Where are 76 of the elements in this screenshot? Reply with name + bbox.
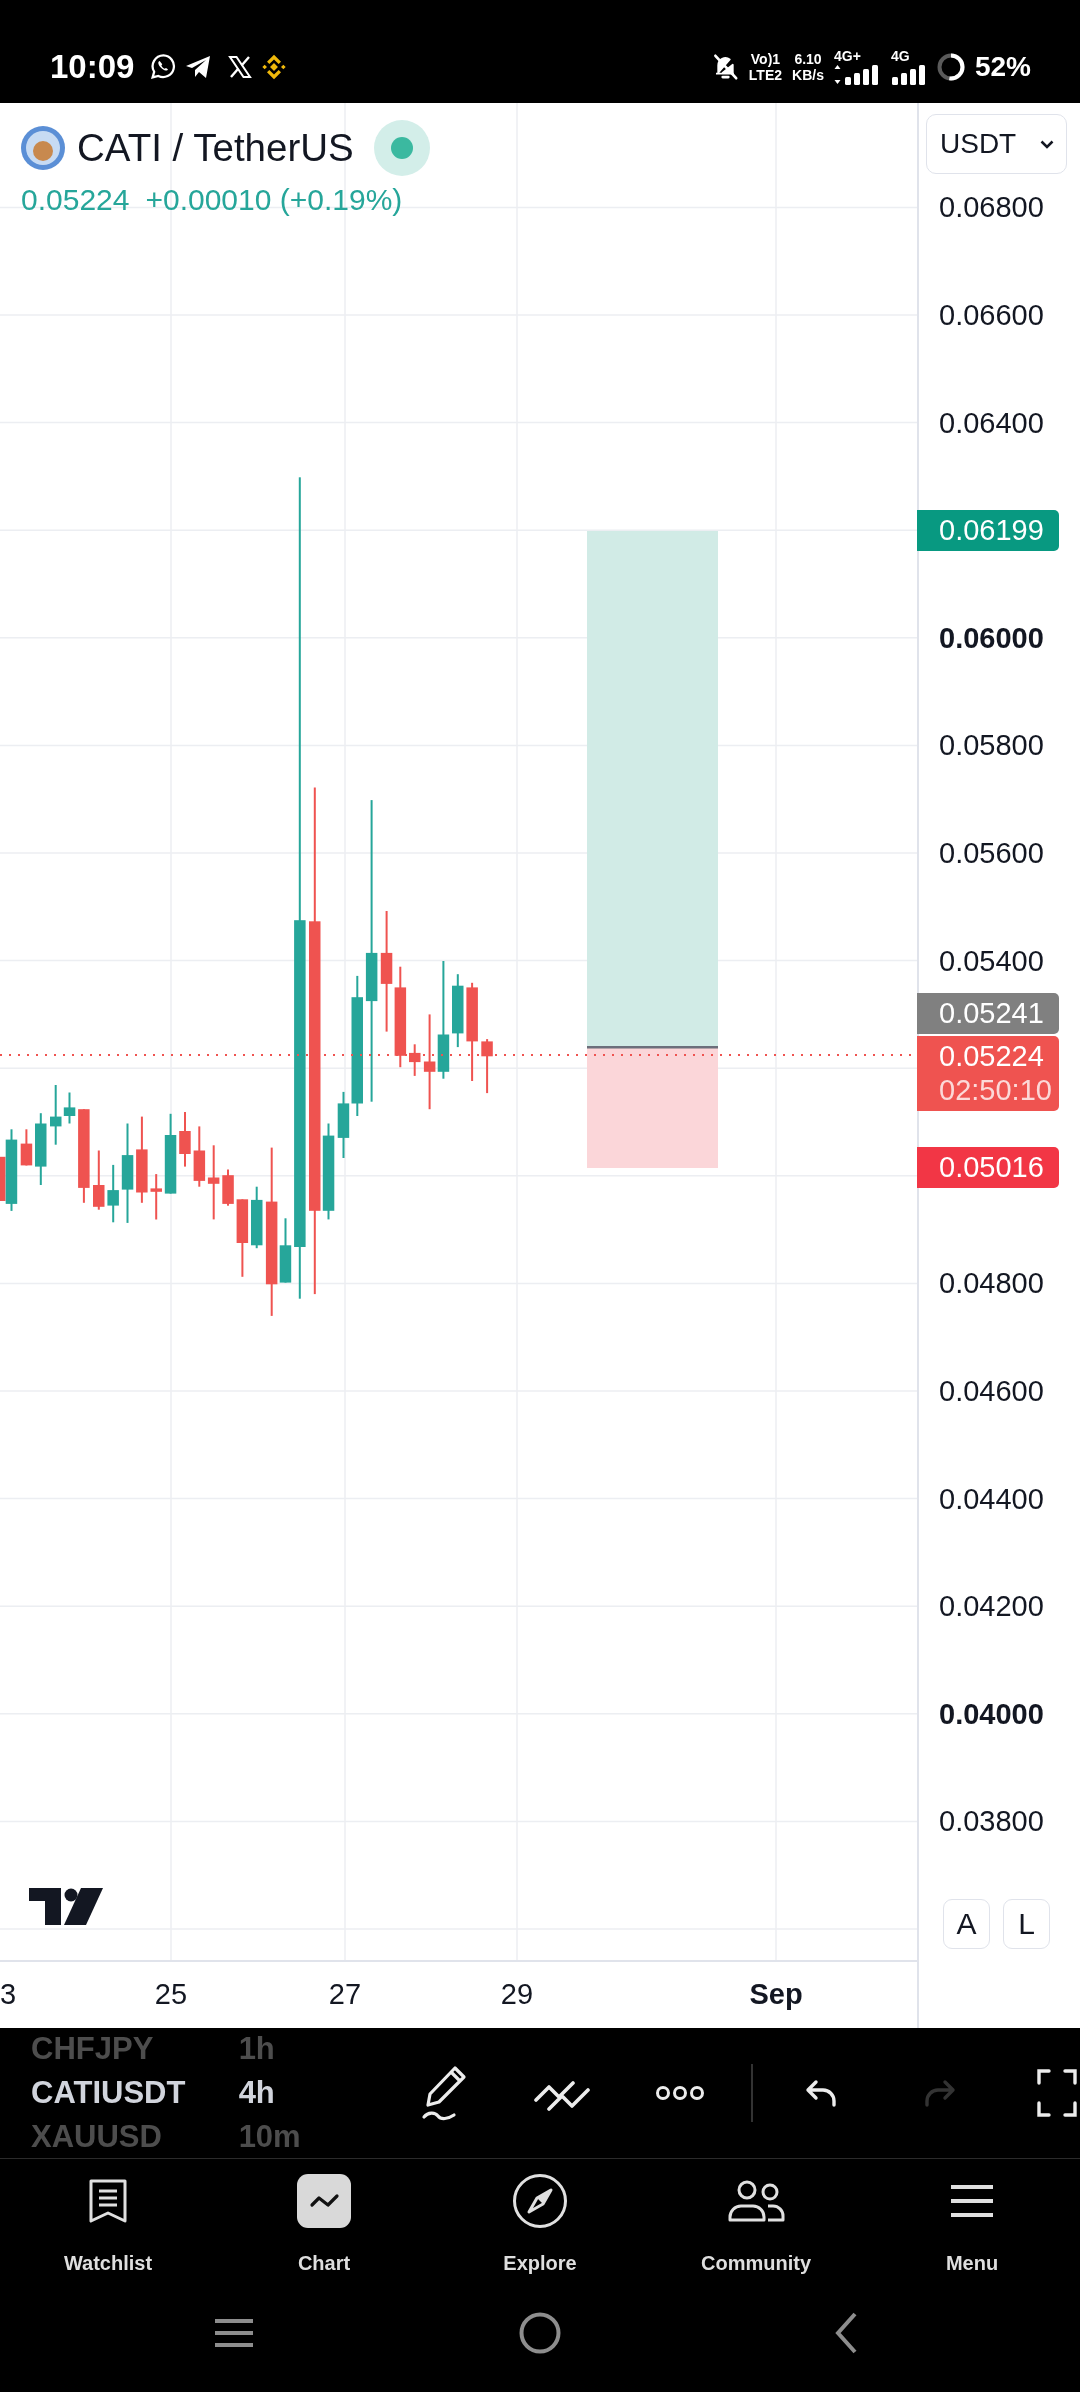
people-icon	[727, 2180, 785, 2222]
nav-tab[interactable]: Watchlist	[0, 2159, 216, 2299]
chevron-down-icon	[1040, 139, 1054, 149]
date-label: 3	[0, 1977, 17, 2012]
clock-time: 10:09	[50, 46, 135, 87]
network-type-label: 4G+	[833, 48, 861, 64]
candle	[222, 1169, 234, 1206]
candle	[481, 1039, 493, 1094]
price-label: 0.05800	[939, 728, 1044, 763]
network-type-label: 4G	[890, 48, 910, 64]
nav-tab[interactable]: Chart	[216, 2159, 432, 2299]
battery-percent: 52%	[974, 49, 1031, 84]
date-label: 25	[154, 1977, 188, 2012]
muted-bell-icon	[711, 52, 739, 81]
menu-icon	[949, 2184, 995, 2218]
chat-bubble-icon	[150, 53, 178, 80]
date-label: Sep	[749, 1977, 803, 2012]
signal-icon	[833, 64, 881, 85]
price-label: 0.06400	[939, 405, 1044, 440]
candle	[409, 1044, 421, 1076]
candle	[20, 1129, 33, 1166]
battery-ring-icon	[936, 52, 965, 81]
logo-icon	[29, 1888, 103, 1925]
fullscreen-icon[interactable]	[1036, 2068, 1078, 2118]
candle	[193, 1126, 206, 1187]
currency-dropdown[interactable]: USDT	[926, 114, 1067, 174]
price-text: 0.05224	[939, 1039, 1045, 1073]
signal-icon	[890, 64, 927, 85]
price-label: 0.03800	[939, 1804, 1044, 1839]
price-label: 0.06800	[939, 190, 1044, 225]
price-badge: 0.05241	[917, 993, 1059, 1034]
price-label: 0.04600	[939, 1374, 1044, 1408]
network-type-label: LTE2	[748, 66, 783, 83]
x-icon	[228, 54, 253, 79]
speed-unit: KB/s	[792, 66, 824, 83]
compass-icon	[512, 2173, 568, 2229]
scale-toggle-button[interactable]: L	[1003, 1899, 1050, 1949]
date-label: 29	[500, 1977, 534, 2012]
candle	[251, 1186, 263, 1249]
avatar-icon	[21, 126, 65, 170]
candle	[179, 1112, 191, 1167]
pencil-icon[interactable]	[420, 2065, 468, 2121]
paper-plane-icon	[185, 54, 213, 79]
price-label: 0.04200	[939, 1589, 1044, 1624]
last-price: 0.05224	[21, 182, 130, 218]
candle	[150, 1174, 162, 1220]
price-change: +0.00010 (+0.19%)	[145, 182, 403, 218]
candle	[107, 1164, 119, 1223]
price-label: 0.06000	[939, 620, 1044, 655]
home-icon[interactable]	[519, 2312, 561, 2354]
price-badge: 0.06199	[917, 510, 1059, 551]
back-icon[interactable]	[834, 2311, 858, 2355]
date-label: 27	[328, 1977, 362, 2012]
data-speed: 6.10	[794, 50, 822, 67]
price-label: 0.06600	[939, 298, 1044, 332]
price-label: 0.05400	[939, 943, 1044, 978]
nav-tab[interactable]: Menu	[864, 2159, 1080, 2299]
nav-tab[interactable]: Explore	[432, 2159, 648, 2299]
recent-apps-icon[interactable]	[213, 2318, 255, 2348]
scale-toggle-button[interactable]: A	[943, 1899, 990, 1949]
symbol-picker-item[interactable]: CATIUSDT 4h	[31, 2071, 385, 2115]
price-label: 0.05600	[939, 836, 1044, 870]
more-icon[interactable]	[655, 2085, 705, 2101]
chart-icon	[297, 2174, 351, 2228]
countdown-text: 02:50:10	[939, 1073, 1053, 1107]
watchlist-icon	[88, 2178, 128, 2224]
price-label: 0.04800	[939, 1266, 1044, 1301]
price-badge: 0.05016	[917, 1147, 1059, 1188]
candle	[35, 1113, 47, 1185]
price-label: 0.04000	[939, 1696, 1044, 1731]
price-label: 0.04400	[939, 1481, 1044, 1516]
symbol-title: CATI / TetherUS	[77, 125, 354, 172]
candle	[93, 1150, 105, 1210]
volte-label: Vo)1	[750, 50, 781, 67]
undo-icon[interactable]	[805, 2079, 837, 2107]
nav-tab[interactable]: Community	[648, 2159, 864, 2299]
